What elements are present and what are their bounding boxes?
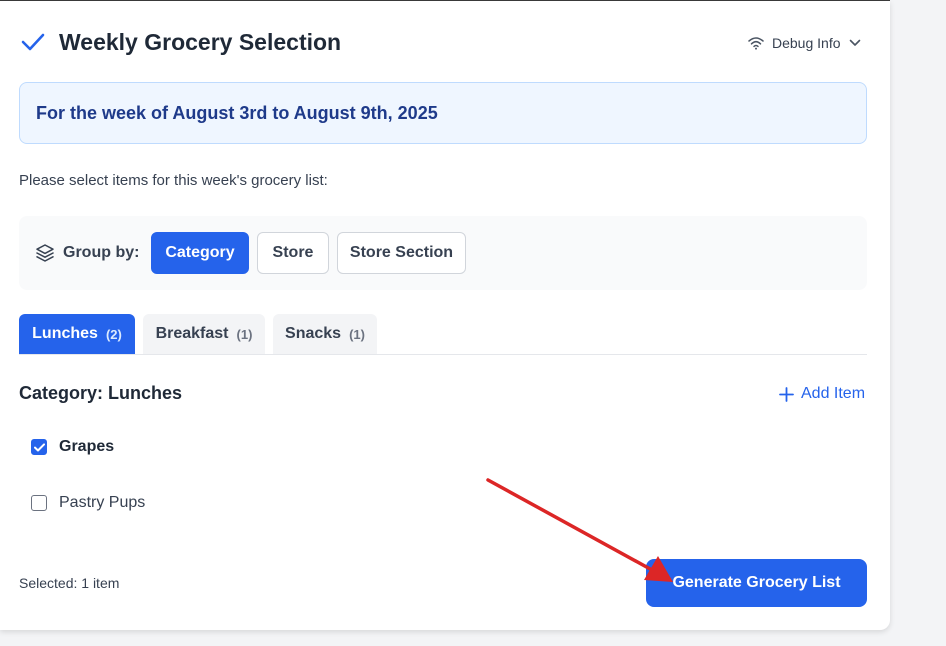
- selected-count: Selected: 1 item: [19, 575, 120, 591]
- tab-label: Snacks: [285, 325, 342, 342]
- debug-info-toggle[interactable]: Debug Info: [748, 33, 861, 53]
- add-item-button[interactable]: Add Item: [779, 383, 865, 405]
- list-item-pastry-pups[interactable]: Pastry Pups: [31, 491, 145, 515]
- chevron-down-icon: [849, 39, 860, 46]
- group-by-panel: Group by: Category Store Store Section: [19, 216, 867, 290]
- wifi-icon: [748, 37, 764, 50]
- tab-breakfast[interactable]: Breakfast (1): [143, 314, 265, 354]
- group-by-category-button[interactable]: Category: [151, 232, 249, 274]
- grocery-selection-card: Weekly Grocery Selection Debug Info For …: [0, 1, 890, 630]
- check-icon: [21, 33, 45, 51]
- group-by-label: Group by:: [63, 244, 140, 261]
- plus-icon: [779, 386, 794, 402]
- instructions-text: Please select items for this week's groc…: [19, 172, 328, 189]
- list-item-grapes[interactable]: Grapes: [31, 435, 114, 459]
- tab-label: Breakfast: [155, 325, 229, 342]
- group-by-store-button[interactable]: Store: [257, 232, 329, 274]
- layers-icon: [36, 244, 54, 262]
- debug-info-label: Debug Info: [772, 35, 841, 51]
- checkbox-checked-icon[interactable]: [31, 439, 47, 455]
- item-label: Grapes: [59, 438, 115, 455]
- tab-snacks[interactable]: Snacks (1): [273, 314, 377, 354]
- category-title: Category: Lunches: [19, 383, 183, 403]
- tab-label: Lunches: [32, 325, 98, 342]
- tab-count: (1): [236, 326, 253, 342]
- checkbox-empty-icon[interactable]: [31, 495, 47, 511]
- week-banner: For the week of August 3rd to August 9th…: [19, 82, 867, 144]
- item-label: Pastry Pups: [59, 494, 146, 511]
- tab-lunches[interactable]: Lunches (2): [19, 314, 135, 354]
- week-range-text: For the week of August 3rd to August 9th…: [36, 102, 438, 123]
- category-tabs: Lunches (2) Breakfast (1) Snacks (1): [19, 314, 867, 355]
- tab-count: (1): [349, 326, 365, 342]
- tab-count: (2): [105, 326, 122, 342]
- page-title: Weekly Grocery Selection: [59, 29, 342, 55]
- group-by-store-section-button[interactable]: Store Section: [337, 232, 466, 274]
- generate-grocery-list-button[interactable]: Generate Grocery List: [646, 559, 867, 607]
- add-item-label: Add Item: [801, 385, 866, 402]
